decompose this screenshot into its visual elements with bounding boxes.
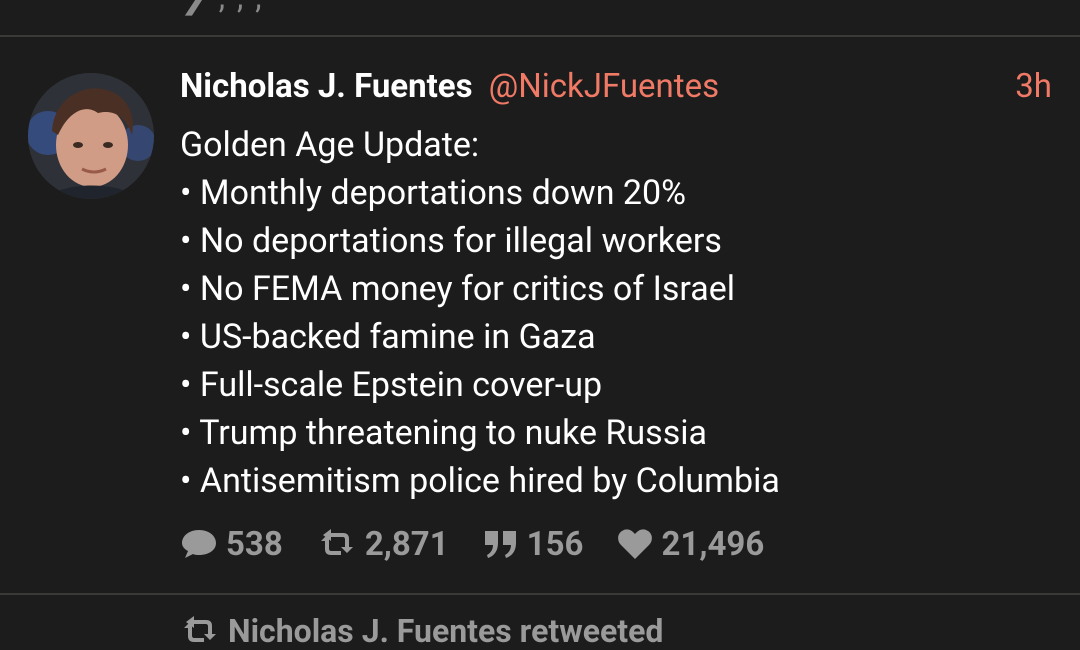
avatar[interactable]: [28, 73, 154, 199]
tweet-text-line: • Trump threatening to nuke Russia: [180, 413, 708, 453]
retweeted-by-label: Nicholas J. Fuentes retweeted: [228, 612, 664, 650]
next-item-retweet-banner[interactable]: Nicholas J. Fuentes retweeted: [180, 612, 663, 650]
retweet-button[interactable]: 2,871: [317, 525, 449, 564]
tweet-text-line: • Monthly deportations down 20%: [180, 173, 687, 213]
divider-bottom: [0, 593, 1080, 595]
author-name[interactable]: Nicholas J. Fuentes: [180, 67, 473, 106]
tweet-header: Nicholas J. Fuentes @NickJFuentes: [180, 67, 719, 111]
previous-tweet-cutoff: ❯ , , ,: [0, 0, 1080, 36]
like-count: 21,496: [661, 524, 765, 564]
heart-icon: [617, 528, 653, 560]
tweet-text-line: Golden Age Update:: [180, 125, 480, 165]
tweet-text-line: • No deportations for illegal workers: [180, 221, 722, 261]
retweet-icon: [317, 529, 357, 559]
tweet-actions: 538 2,871 156 21,496: [180, 523, 798, 565]
tweet-timestamp[interactable]: 3h: [1015, 67, 1052, 106]
quote-count: 156: [526, 524, 584, 564]
speech-bubble-icon: [180, 527, 218, 561]
tweet-text-line: • Full-scale Epstein cover-up: [180, 365, 603, 405]
tweet-text: Golden Age Update: • Monthly deportation…: [180, 121, 1050, 505]
quote-button[interactable]: 156: [483, 524, 584, 564]
tweet-card[interactable]: Nicholas J. Fuentes @NickJFuentes 3h Gol…: [0, 37, 1080, 593]
retweet-icon: [180, 616, 220, 646]
tweet-text-line: • No FEMA money for critics of Israel: [180, 269, 736, 309]
author-handle[interactable]: @NickJFuentes: [489, 67, 720, 106]
reply-button[interactable]: 538: [180, 525, 283, 564]
previous-tweet-actions-fragment: ❯ , , ,: [180, 0, 264, 16]
retweet-count: 2,871: [364, 524, 449, 564]
like-button[interactable]: 21,496: [617, 525, 764, 564]
tweet-text-line: • US-backed famine in Gaza: [180, 317, 596, 357]
avatar-image: [28, 73, 154, 199]
reply-count: 538: [226, 524, 283, 564]
quote-icon: [483, 529, 519, 559]
tweet-text-line: • Antisemitism police hired by Columbia: [180, 461, 780, 501]
